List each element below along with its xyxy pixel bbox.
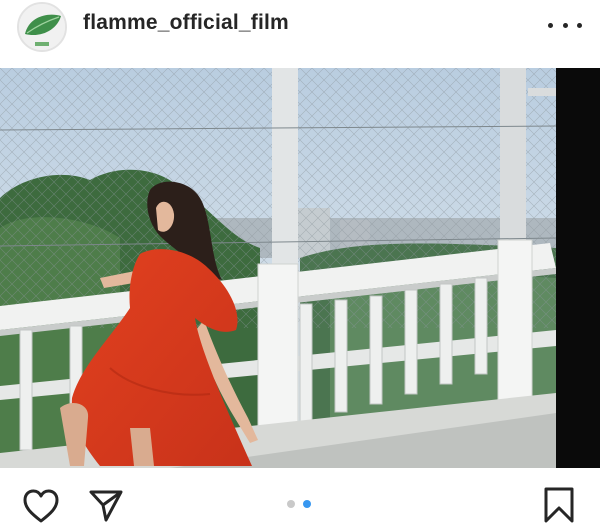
photo-illustration xyxy=(0,68,600,468)
more-horizontal-icon xyxy=(548,22,553,28)
share-button[interactable] xyxy=(88,488,124,529)
bookmark-outline-icon xyxy=(544,487,574,523)
carousel-indicator xyxy=(287,500,317,510)
carousel-dot-active xyxy=(303,500,311,508)
post-username[interactable]: flamme_official_film xyxy=(83,11,289,35)
like-button[interactable] xyxy=(22,488,60,529)
heart-outline-icon xyxy=(23,489,59,523)
leaf-logo-icon xyxy=(19,4,65,50)
more-options-button[interactable] xyxy=(548,14,582,36)
carousel-dot xyxy=(287,500,295,508)
profile-avatar[interactable] xyxy=(17,2,67,52)
save-button[interactable] xyxy=(542,486,576,529)
paper-plane-icon xyxy=(89,490,123,522)
post-photo[interactable] xyxy=(0,68,600,468)
